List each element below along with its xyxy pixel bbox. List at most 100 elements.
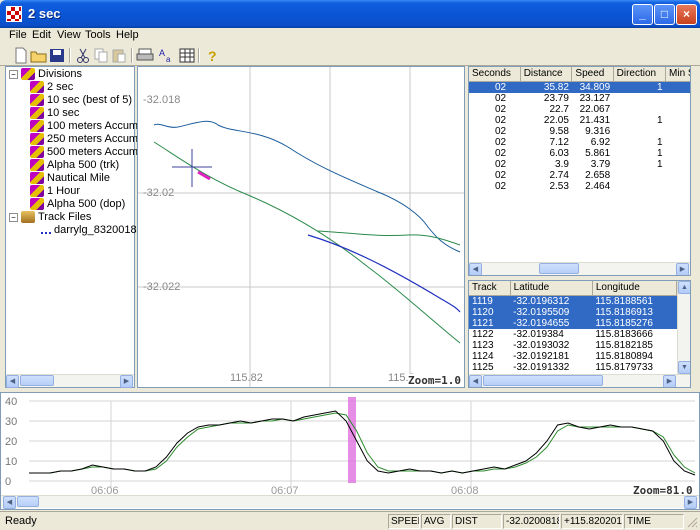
table-row[interactable]: 02 7.12 6.92 16. [469, 137, 690, 148]
font-size-icon[interactable]: Aa [158, 47, 176, 64]
table-row[interactable]: 1119 -32.0196312 115.8188561 [469, 295, 677, 307]
table-row[interactable]: 02 2.74 2.658 2 [469, 170, 690, 181]
print-icon[interactable] [136, 47, 154, 64]
tree-node-track-files[interactable]: − Track Files [9, 211, 91, 224]
division-flag-icon [21, 68, 35, 81]
column-header[interactable]: Longitude [592, 281, 678, 296]
scroll-thumb[interactable] [539, 263, 579, 274]
tree-item-division[interactable]: 100 meters Accum [30, 120, 138, 133]
track-map[interactable]: -32.018 -32.02 -32.022 115.82 115.8 Zoom… [137, 66, 465, 388]
table-row[interactable]: 02 3.9 3.79 13. [469, 159, 690, 170]
column-header[interactable]: Track [469, 281, 511, 296]
table-cell: 02 [495, 180, 507, 192]
new-file-icon[interactable] [12, 47, 30, 64]
divisions-expander-icon[interactable]: − [9, 69, 18, 79]
column-header[interactable]: Direction [613, 67, 667, 82]
cut-icon[interactable] [74, 47, 92, 64]
division-label: Alpha 500 (trk) [47, 159, 120, 171]
menu-file[interactable]: File [9, 29, 27, 41]
tree-item-division[interactable]: Alpha 500 (dop) [30, 198, 125, 211]
scroll-down-button[interactable]: ▼ [678, 361, 690, 374]
table-row[interactable]: 1122 -32.019384 115.8183666 [469, 329, 677, 340]
graph-y-tick: 10 [5, 456, 17, 468]
table-row[interactable]: 02 22.7 22.067 21. [469, 104, 690, 115]
divisions-label: Divisions [38, 68, 83, 80]
save-icon[interactable] [48, 47, 66, 64]
table-row[interactable]: 1120 -32.0195509 115.8186913 [469, 306, 677, 318]
division-tree[interactable]: − Divisions 2 sec 10 sec (best of 5) 10 sec 1… [5, 66, 149, 388]
tree-item-division[interactable]: 2 sec [30, 81, 73, 94]
points-horizontal-scrollbar[interactable]: ◀ ▶ [469, 374, 690, 387]
track-files-expander-icon[interactable]: − [9, 212, 18, 222]
scroll-right-button[interactable]: ▶ [120, 375, 133, 388]
tree-item-track-file[interactable]: darrylg_832001824 [41, 224, 149, 237]
scroll-right-button[interactable]: ▶ [684, 496, 697, 509]
table-row[interactable]: 02 23.79 23.127 22 [469, 93, 690, 104]
division-label: 1 Hour [47, 185, 81, 197]
table-row[interactable]: 0235.8234.809134. [469, 81, 690, 93]
scroll-thumb[interactable] [17, 496, 39, 507]
table-row[interactable]: 02 9.58 9.316 8. [469, 126, 690, 137]
tree-item-division[interactable]: Alpha 500 (trk) [30, 159, 119, 172]
tree-item-division[interactable]: Nautical Mile [30, 172, 110, 185]
open-folder-icon[interactable] [30, 47, 48, 64]
table-cell: -32.0193032 [513, 339, 570, 351]
table-row[interactable]: 1121 -32.0194655 115.8185276 [469, 317, 677, 329]
speed-graph-canvas[interactable]: 40 30 20 10 0 06:06 06:07 06:08 Zoom=81.0 [1, 393, 699, 495]
column-header[interactable]: Speed [571, 67, 614, 82]
help-icon[interactable]: ? [204, 47, 222, 64]
table-row[interactable]: 1124 -32.0192181 115.8180894 [469, 351, 677, 362]
resize-grip-icon[interactable] [686, 516, 698, 528]
table-cell: 1120 [469, 306, 511, 318]
tree-item-division[interactable]: 250 meters Accum [30, 133, 138, 146]
scroll-right-button[interactable]: ▶ [663, 375, 676, 387]
table-grid-icon[interactable] [178, 47, 196, 64]
menu-tools[interactable]: Tools [85, 29, 111, 41]
table-row[interactable]: 02 22.05 21.431 120. [469, 115, 690, 126]
graph-horizontal-scrollbar[interactable]: ◀ ▶ [1, 495, 699, 509]
column-header[interactable]: Min Sp [665, 67, 690, 82]
scroll-left-button[interactable]: ◀ [469, 375, 482, 387]
column-header[interactable]: Distance [520, 67, 573, 82]
tree-horizontal-scrollbar[interactable]: ◀ ▶ [6, 374, 134, 388]
scroll-left-button[interactable]: ◀ [469, 263, 482, 275]
table-cell: 1123 [472, 339, 494, 351]
points-table-panel[interactable]: Track Latitude Longitude 1119 -32.0196312 11… [468, 280, 691, 388]
maximize-button[interactable]: □ [654, 4, 675, 25]
table-row[interactable]: 02 2.53 2.464 1 [469, 180, 690, 192]
table-cell [613, 170, 665, 181]
scroll-right-button[interactable]: ▶ [676, 263, 689, 275]
menu-edit[interactable]: Edit [32, 29, 51, 41]
points-table[interactable]: Track Latitude Longitude 1119 -32.0196312 11… [469, 281, 678, 373]
segments-table-panel[interactable]: SecondsDistanceSpeedDirectionMin Sp 0235… [468, 66, 691, 276]
tree-item-division[interactable]: 10 sec [30, 107, 79, 120]
table-row[interactable]: 1123 -32.0193032 115.8182185 [469, 340, 677, 351]
scroll-up-button[interactable]: ▲ [678, 281, 690, 294]
division-flag-icon [30, 185, 44, 198]
column-header[interactable]: Latitude [510, 281, 593, 296]
minimize-button[interactable]: _ [632, 4, 653, 25]
copy-icon[interactable] [92, 47, 110, 64]
tree-node-divisions[interactable]: − Divisions [9, 68, 82, 81]
map-canvas[interactable] [138, 67, 464, 387]
table-row[interactable]: 02 6.03 5.861 15. [469, 148, 690, 159]
close-button[interactable]: × [676, 4, 697, 25]
scroll-left-button[interactable]: ◀ [3, 496, 16, 509]
points-vertical-scrollbar[interactable]: ▲ ▼ [677, 281, 690, 374]
title-bar[interactable]: 2 sec _ □ × [0, 0, 700, 28]
tree-item-division[interactable]: 10 sec (best of 5) [30, 94, 132, 107]
menu-help[interactable]: Help [116, 29, 139, 41]
speed-graph[interactable]: 40 30 20 10 0 06:06 06:07 06:08 Zoom=81.0 ◀ ▶ [0, 392, 700, 510]
tree-item-division[interactable]: 1 Hour [30, 185, 80, 198]
menu-view[interactable]: View [57, 29, 81, 41]
segments-table[interactable]: SecondsDistanceSpeedDirectionMin Sp 0235… [469, 67, 690, 192]
scroll-left-button[interactable]: ◀ [6, 375, 19, 388]
paste-icon[interactable] [110, 47, 128, 64]
column-header[interactable]: Seconds [469, 67, 521, 82]
table-row[interactable]: 1125 -32.0191332 115.8179733 [469, 362, 677, 373]
table-cell: 115.8182185 [595, 339, 653, 351]
tree-item-division[interactable]: 500 meters Accum [30, 146, 138, 159]
segments-horizontal-scrollbar[interactable]: ◀ ▶ [469, 262, 690, 275]
scroll-thumb[interactable] [20, 375, 54, 386]
scroll-thumb[interactable] [483, 375, 603, 386]
